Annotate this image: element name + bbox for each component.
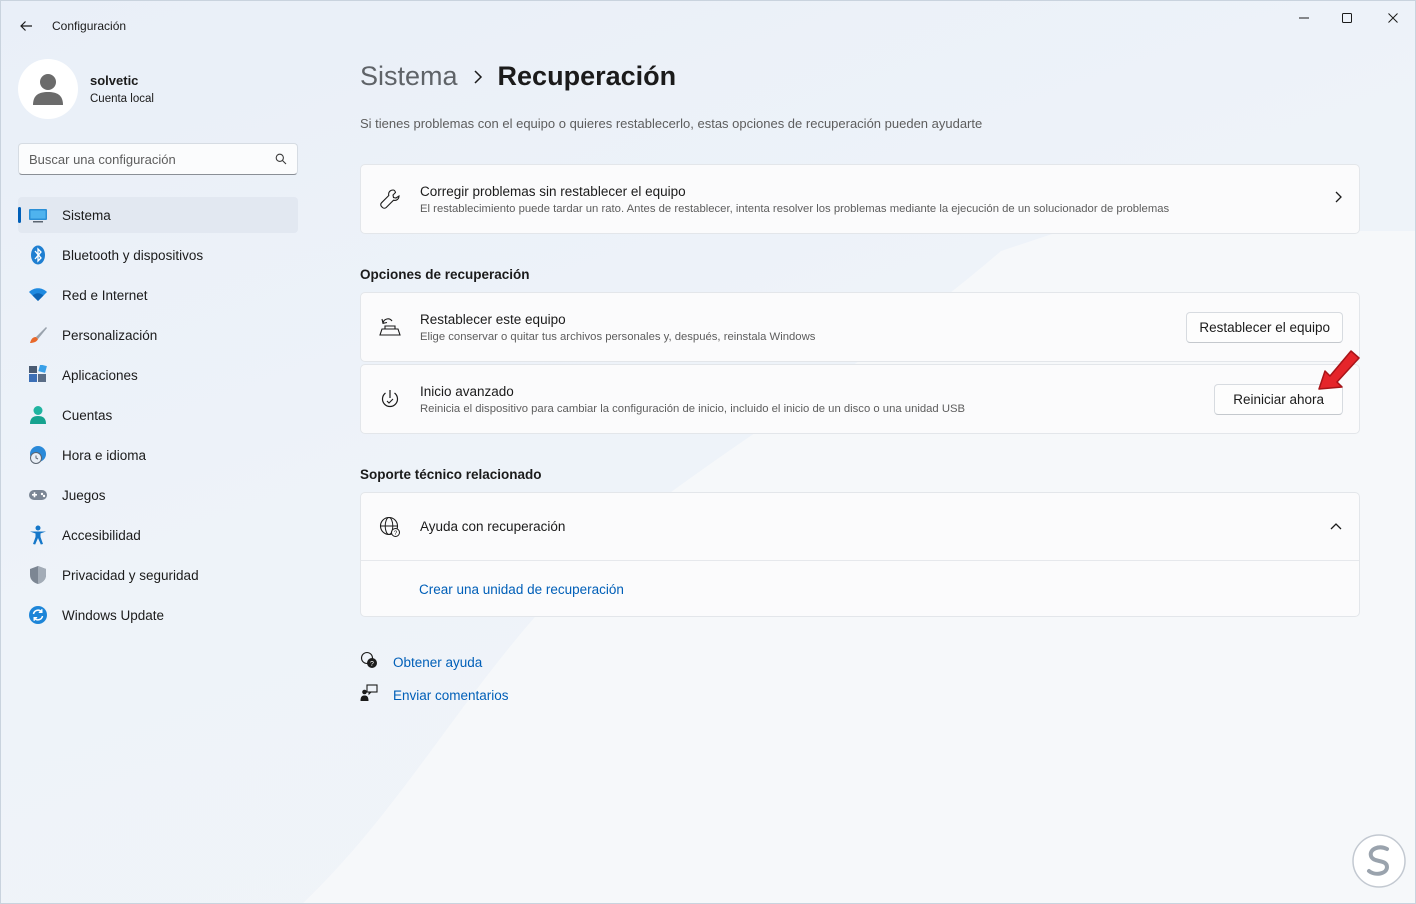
chevron-right-icon[interactable] (1333, 190, 1343, 209)
sidebar-item-red[interactable]: Red e Internet (18, 277, 298, 313)
search-icon[interactable] (275, 153, 287, 165)
advanced-startup-description: Reinicia el dispositivo para cambiar la … (420, 402, 966, 415)
breadcrumb-parent[interactable]: Sistema (360, 61, 458, 92)
advanced-startup-icon (379, 388, 401, 410)
reset-pc-icon (379, 316, 401, 338)
wifi-icon (28, 285, 48, 305)
watermark-logo (1352, 834, 1406, 888)
search-input[interactable] (29, 151, 275, 167)
annotation-arrow-icon (1318, 350, 1360, 390)
send-feedback-link[interactable]: Enviar comentarios (393, 688, 509, 703)
page-title: Recuperación (497, 61, 677, 91)
app-title: Configuración (52, 19, 127, 33)
sidebar-item-label: Personalización (62, 327, 158, 343)
apps-icon (28, 365, 48, 385)
reset-pc-description: Elige conservar o quitar tus archivos pe… (420, 330, 816, 343)
reset-pc-card: Restablecer este equipo Elige conservar … (360, 292, 1360, 362)
reset-pc-title: Restablecer este equipo (420, 311, 566, 327)
search-box[interactable] (18, 143, 298, 175)
troubleshoot-card[interactable]: Corregir problemas sin restablecer el eq… (360, 164, 1360, 234)
update-icon (28, 605, 48, 625)
sidebar-item-accesibilidad[interactable]: Accesibilidad (18, 517, 298, 553)
sidebar-item-bluetooth[interactable]: Bluetooth y dispositivos (18, 237, 298, 273)
user-profile[interactable]: solvetic Cuenta local (18, 59, 154, 119)
arrow-left-icon (20, 21, 32, 31)
sidebar-item-label: Accesibilidad (62, 527, 141, 543)
help-recovery-header[interactable]: ? Ayuda con recuperación (361, 493, 1359, 561)
avatar (18, 59, 78, 119)
settings-window: Configuración solvetic Cuenta local Busc… (0, 0, 1416, 904)
recovery-options-heading: Opciones de recuperación (360, 267, 530, 282)
gamepad-icon (28, 485, 48, 505)
shield-icon (28, 565, 48, 585)
breadcrumb: Sistema Recuperación (360, 61, 676, 92)
sidebar-item-label: Aplicaciones (62, 367, 138, 383)
system-icon (28, 205, 48, 225)
wrench-icon (379, 188, 401, 210)
advanced-startup-title: Inicio avanzado (420, 383, 514, 399)
sidebar-item-label: Bluetooth y dispositivos (62, 247, 204, 263)
sidebar-item-label: Hora e idioma (62, 447, 147, 463)
troubleshoot-description: El restablecimiento puede tardar un rato… (420, 202, 1170, 215)
globe-clock-icon (28, 445, 48, 465)
sidebar-item-hora[interactable]: Hora e idioma (18, 437, 298, 473)
profile-name: solvetic (90, 73, 139, 88)
svg-text:?: ? (370, 661, 374, 668)
brush-icon (28, 325, 48, 345)
feedback-row[interactable]: Enviar comentarios (360, 684, 509, 707)
sidebar-item-label: Privacidad y seguridad (62, 567, 199, 583)
sidebar-nav: Sistema Bluetooth y dispositivos Red e I… (18, 197, 298, 637)
reset-pc-button[interactable]: Restablecer el equipo (1186, 311, 1343, 343)
chevron-up-icon[interactable] (1329, 518, 1343, 536)
account-type: Cuenta local (90, 93, 154, 105)
create-recovery-drive-link[interactable]: Crear una unidad de recuperación (419, 582, 624, 597)
sidebar-item-personalizacion[interactable]: Personalización (18, 317, 298, 353)
close-button[interactable] (1370, 1, 1415, 35)
sidebar-item-sistema[interactable]: Sistema (18, 197, 298, 233)
globe-icon: ? (379, 516, 401, 538)
minimize-button[interactable] (1281, 1, 1327, 35)
sidebar-item-juegos[interactable]: Juegos (18, 477, 298, 513)
sidebar-item-cuentas[interactable]: Cuentas (18, 397, 298, 433)
page-subtitle: Si tienes problemas con el equipo o quie… (360, 116, 983, 131)
support-card: ? Ayuda con recuperación Crear una unida… (360, 492, 1360, 617)
accessibility-icon (28, 525, 48, 545)
sidebar-item-windows-update[interactable]: Windows Update (18, 597, 298, 633)
close-icon (1388, 13, 1398, 23)
minimize-icon (1299, 17, 1309, 19)
sidebar-item-label: Juegos (62, 487, 106, 503)
person-icon (28, 405, 48, 425)
get-help-link[interactable]: Obtener ayuda (393, 655, 482, 670)
bluetooth-icon (28, 245, 48, 265)
chevron-right-icon (473, 69, 483, 84)
sidebar-item-privacidad[interactable]: Privacidad y seguridad (18, 557, 298, 593)
help-icon: ? (360, 651, 378, 674)
back-button[interactable] (11, 11, 41, 41)
help-recovery-title: Ayuda con recuperación (420, 519, 566, 534)
support-heading: Soporte técnico relacionado (360, 467, 542, 482)
get-help-row[interactable]: ? Obtener ayuda (360, 651, 482, 674)
sidebar-item-aplicaciones[interactable]: Aplicaciones (18, 357, 298, 393)
sidebar-item-label: Red e Internet (62, 287, 148, 303)
sidebar-item-label: Sistema (62, 207, 111, 223)
title-bar: Configuración (1, 1, 1415, 51)
maximize-button[interactable] (1324, 1, 1370, 35)
troubleshoot-title: Corregir problemas sin restablecer el eq… (420, 183, 686, 199)
sidebar-item-label: Windows Update (62, 607, 165, 623)
sidebar-item-label: Cuentas (62, 407, 113, 423)
maximize-icon (1342, 13, 1352, 23)
advanced-startup-card: Inicio avanzado Reinicia el dispositivo … (360, 364, 1360, 434)
feedback-icon (360, 684, 378, 707)
person-avatar-icon (33, 74, 63, 105)
